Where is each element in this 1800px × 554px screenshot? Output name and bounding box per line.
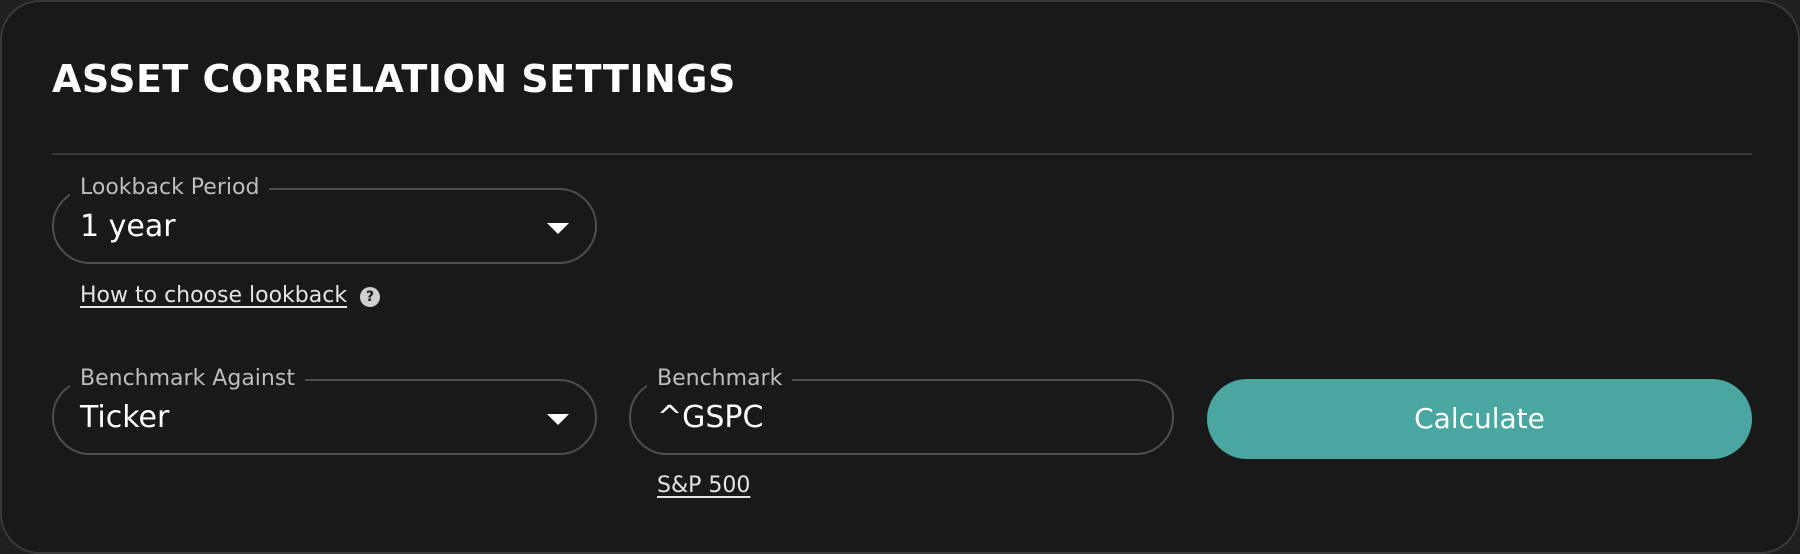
- lookback-period-value: 1 year: [80, 209, 176, 244]
- calculate-button[interactable]: Calculate: [1207, 379, 1752, 459]
- benchmark-label: Benchmark: [647, 365, 793, 393]
- benchmark-against-value: Ticker: [80, 400, 170, 435]
- lookback-period-select[interactable]: Lookback Period 1 year: [52, 174, 597, 264]
- benchmark-input[interactable]: Benchmark ^GSPC: [629, 365, 1174, 455]
- benchmark-against-label: Benchmark Against: [70, 365, 305, 393]
- page-title: ASSET CORRELATION SETTINGS: [52, 57, 736, 101]
- settings-panel: ASSET CORRELATION SETTINGS Lookback Peri…: [0, 0, 1800, 554]
- benchmark-name-link[interactable]: S&P 500: [657, 472, 750, 500]
- divider: [52, 153, 1752, 155]
- question-circle-icon[interactable]: ?: [360, 287, 380, 307]
- how-to-choose-lookback-link[interactable]: How to choose lookback: [80, 282, 347, 310]
- chevron-down-icon: [547, 414, 569, 425]
- benchmark-value[interactable]: ^GSPC: [657, 401, 763, 435]
- chevron-down-icon: [547, 223, 569, 234]
- benchmark-against-select[interactable]: Benchmark Against Ticker: [52, 365, 597, 455]
- lookback-period-label: Lookback Period: [70, 174, 270, 202]
